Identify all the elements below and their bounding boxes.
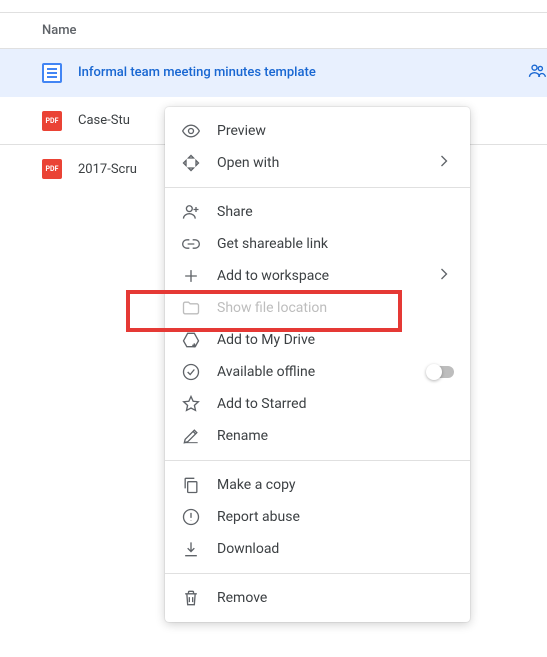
menu-report[interactable]: Report abuse — [165, 501, 470, 533]
link-icon — [181, 234, 201, 254]
menu-starred[interactable]: Add to Starred — [165, 388, 470, 420]
drive-add-icon — [181, 330, 201, 350]
menu-get-link[interactable]: Get shareable link — [165, 228, 470, 260]
menu-offline[interactable]: Available offline — [165, 356, 470, 388]
chevron-right-icon — [434, 151, 454, 175]
google-doc-icon — [42, 63, 62, 83]
menu-separator — [165, 187, 470, 188]
folder-icon — [181, 298, 201, 318]
download-icon — [181, 539, 201, 559]
pdf-icon: PDF — [42, 111, 62, 131]
eye-icon — [181, 121, 201, 141]
star-icon — [181, 394, 201, 414]
menu-download[interactable]: Download — [165, 533, 470, 565]
menu-show-location: Show file location — [165, 292, 470, 324]
menu-add-workspace[interactable]: Add to workspace — [165, 260, 470, 292]
menu-separator — [165, 573, 470, 574]
offline-icon — [181, 362, 201, 382]
menu-preview[interactable]: Preview — [165, 115, 470, 147]
name-column-header: Name — [42, 23, 77, 38]
open-with-icon — [181, 153, 201, 173]
context-menu: Preview Open with Share Get shareable li… — [165, 107, 470, 622]
copy-icon — [181, 475, 201, 495]
menu-open-with[interactable]: Open with — [165, 147, 470, 179]
menu-separator — [165, 460, 470, 461]
shared-icon — [527, 61, 547, 85]
offline-toggle[interactable] — [428, 366, 454, 378]
menu-remove[interactable]: Remove — [165, 582, 470, 614]
trash-icon — [181, 588, 201, 608]
menu-share[interactable]: Share — [165, 196, 470, 228]
chevron-right-icon — [434, 264, 454, 288]
person-add-icon — [181, 202, 201, 222]
file-name: Informal team meeting minutes template — [78, 65, 519, 80]
column-header-row: Name — [0, 13, 547, 49]
menu-copy[interactable]: Make a copy — [165, 469, 470, 501]
menu-add-drive[interactable]: Add to My Drive — [165, 324, 470, 356]
pdf-icon: PDF — [42, 159, 62, 179]
report-icon — [181, 507, 201, 527]
menu-rename[interactable]: Rename — [165, 420, 470, 452]
plus-icon — [181, 266, 201, 286]
file-row-selected[interactable]: Informal team meeting minutes template — [0, 49, 547, 97]
pencil-icon — [181, 426, 201, 446]
